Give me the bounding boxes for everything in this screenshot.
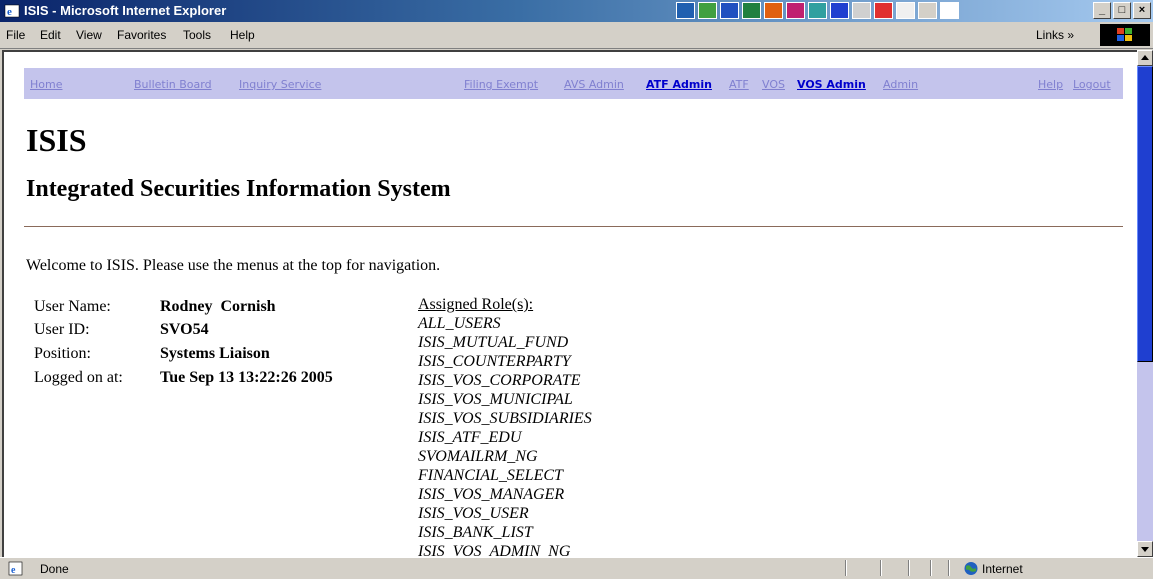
menu-help[interactable]: Help: [230, 28, 255, 42]
page-subtitle: Integrated Securities Information System: [26, 176, 451, 202]
minimize-button[interactable]: _: [1093, 2, 1111, 19]
excel-icon[interactable]: [742, 2, 761, 19]
maximize-button[interactable]: □: [1113, 2, 1131, 19]
window-icon[interactable]: [918, 2, 937, 19]
role-item: ISIS_COUNTERPARTY: [418, 353, 571, 370]
roles-heading: Assigned Role(s):: [418, 296, 534, 313]
menu-bar: File Edit View Favorites Tools Help Link…: [0, 22, 1153, 49]
desktop-icon[interactable]: [874, 2, 893, 19]
nav-bulletin-board[interactable]: Bulletin Board: [134, 78, 212, 91]
role-item: ISIS_VOS_MANAGER: [418, 486, 565, 503]
vertical-scrollbar[interactable]: [1137, 50, 1153, 557]
explorer-icon[interactable]: [830, 2, 849, 19]
ie-icon: e: [4, 4, 20, 18]
site-nav: Home Bulletin Board Inquiry Service Fili…: [24, 68, 1123, 99]
page-content: Home Bulletin Board Inquiry Service Fili…: [2, 50, 1137, 557]
nav-home[interactable]: Home: [30, 78, 62, 91]
windows-flag-icon: [1117, 28, 1132, 41]
position-value: Systems Liaison: [160, 345, 270, 362]
role-item: ISIS_VOS_CORPORATE: [418, 372, 581, 389]
divider: [24, 226, 1123, 227]
role-item: ISIS_VOS_USER: [418, 505, 529, 522]
role-item: ISIS_MUTUAL_FUND: [418, 334, 569, 351]
scroll-up-button[interactable]: [1137, 50, 1153, 66]
svg-text:e: e: [11, 565, 16, 576]
welcome-message: Welcome to ISIS. Please use the menus at…: [26, 257, 441, 274]
menu-edit[interactable]: Edit: [40, 28, 61, 42]
word-icon[interactable]: [720, 2, 739, 19]
logged-on-label: Logged on at:: [34, 369, 123, 386]
role-item: ISIS_BANK_LIST: [418, 524, 533, 541]
role-item: ALL_USERS: [418, 315, 501, 332]
role-item: ISIS_VOS_SUBSIDIARIES: [418, 410, 592, 427]
logged-on-value: Tue Sep 13 13:22:26 2005: [160, 369, 333, 386]
search-icon[interactable]: [852, 2, 871, 19]
window-controls: _ □ ×: [1093, 2, 1151, 19]
status-text: Done: [40, 562, 69, 576]
status-separator: [845, 560, 847, 576]
scroll-down-button[interactable]: [1137, 541, 1153, 557]
nav-atf-admin[interactable]: ATF Admin: [646, 78, 712, 91]
messenger-icon[interactable]: [698, 2, 717, 19]
nav-avs-admin[interactable]: AVS Admin: [564, 78, 624, 91]
status-bar: e Done Internet: [0, 557, 1153, 579]
nav-atf[interactable]: ATF: [729, 78, 749, 91]
links-toolbar[interactable]: Links »: [1036, 28, 1074, 42]
globe-icon: [964, 562, 978, 575]
security-zone: Internet: [982, 562, 1023, 576]
nav-filing-exempt[interactable]: Filing Exempt: [464, 78, 538, 91]
nav-vos[interactable]: VOS: [762, 78, 785, 91]
status-separator: [948, 560, 950, 576]
page-icon: e: [8, 561, 23, 576]
nav-help[interactable]: Help: [1038, 78, 1063, 91]
user-id-label: User ID:: [34, 321, 90, 338]
nav-logout[interactable]: Logout: [1073, 78, 1111, 91]
menu-view[interactable]: View: [76, 28, 102, 42]
powerpoint-icon[interactable]: [786, 2, 805, 19]
user-name-value: Rodney Cornish: [160, 298, 276, 315]
role-item: FINANCIAL_SELECT: [418, 467, 563, 484]
user-id-value: SVO54: [160, 321, 209, 338]
role-item: ISIS_VOS_ADMIN_NG: [418, 543, 571, 557]
acrobat-icon[interactable]: [896, 2, 915, 19]
windows-logo: [1100, 24, 1150, 46]
position-label: Position:: [34, 345, 91, 362]
menu-file[interactable]: File: [6, 28, 25, 42]
publisher-icon[interactable]: [808, 2, 827, 19]
menu-tools[interactable]: Tools: [183, 28, 211, 42]
menu-favorites[interactable]: Favorites: [117, 28, 166, 42]
window-title: ISIS - Microsoft Internet Explorer: [24, 3, 227, 18]
close-button[interactable]: ×: [1133, 2, 1151, 19]
svg-text:e: e: [7, 6, 12, 18]
quick-launch-tray: [676, 2, 959, 20]
status-separator: [908, 560, 910, 576]
nav-vos-admin[interactable]: VOS Admin: [797, 78, 866, 91]
role-item: SVOMAILRM_NG: [418, 448, 538, 465]
scroll-thumb[interactable]: [1137, 66, 1153, 362]
role-item: ISIS_ATF_EDU: [418, 429, 522, 446]
role-item: ISIS_VOS_MUNICIPAL: [418, 391, 573, 408]
nav-inquiry-service[interactable]: Inquiry Service: [239, 78, 321, 91]
nav-admin[interactable]: Admin: [883, 78, 918, 91]
title-bar[interactable]: e ISIS - Microsoft Internet Explorer _ □…: [0, 0, 1153, 22]
outlook-icon[interactable]: [764, 2, 783, 19]
status-separator: [930, 560, 932, 576]
find-icon[interactable]: [940, 2, 959, 19]
page-title: ISIS: [26, 122, 87, 158]
status-separator: [880, 560, 882, 576]
msn-icon[interactable]: [676, 2, 695, 19]
user-name-label: User Name:: [34, 298, 111, 315]
